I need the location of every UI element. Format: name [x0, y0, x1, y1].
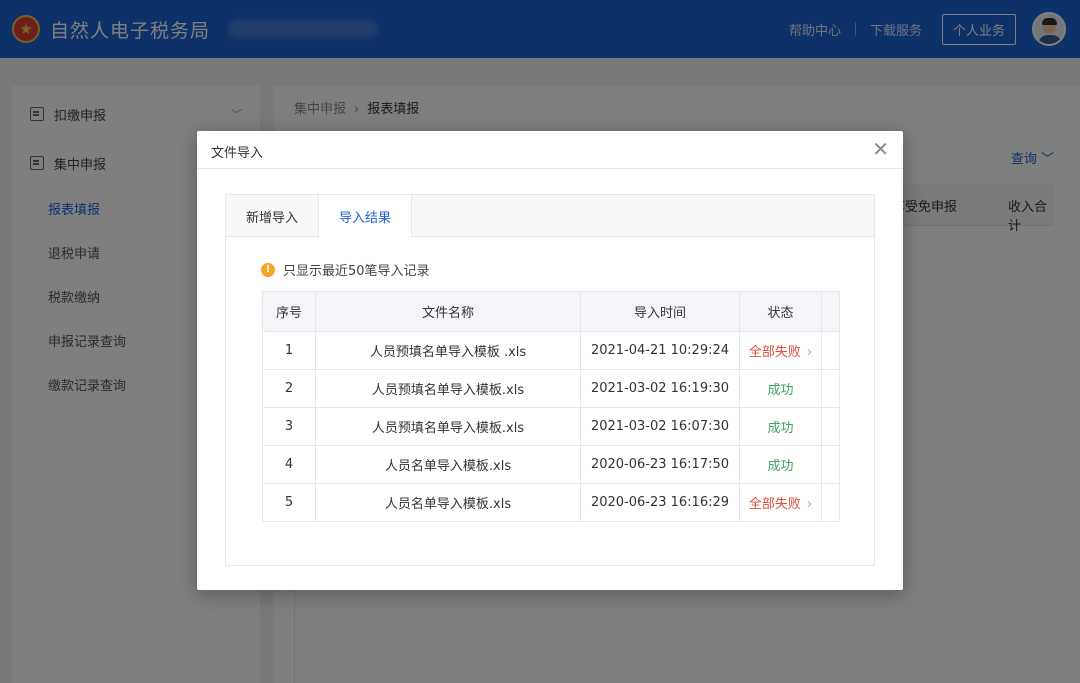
file-name-text: 人员预填名单导入模板 .xls [369, 345, 527, 360]
status-success: 成功 [767, 383, 794, 398]
row-number: 1 [262, 331, 316, 370]
scroll-gutter [821, 291, 840, 332]
import-time-text: 2021-03-02 16:19:30 [590, 381, 730, 396]
import-time-text: 2020-06-23 16:17:50 [590, 457, 730, 472]
file-name: 人员预填名单导入模板.xls [315, 407, 581, 446]
table-row: 1 人员预填名单导入模板 .xls 2021-04-21 10:29:24 全部失败 › [262, 331, 840, 370]
column-header: 文件名称 [315, 291, 581, 332]
file-name: 人员预填名单导入模板 .xls [315, 331, 581, 370]
file-name: 人员预填名单导入模板.xls [315, 369, 581, 408]
table-header-row: 序号 文件名称 导入时间 状态 [262, 291, 840, 332]
row-number-text: 1 [284, 343, 294, 358]
scroll-gutter [821, 407, 840, 446]
row-number: 4 [262, 445, 316, 484]
file-name-text: 人员名单导入模板.xls [384, 459, 512, 474]
status-failed[interactable]: 全部失败 [749, 497, 801, 512]
status-cell: 成功 [739, 369, 822, 408]
file-import-dialog: 文件导入 ✕ 新增导入 导入结果 ! 只显示最近50笔导入记录 序号 文件名称 … [197, 131, 903, 590]
status-success: 成功 [767, 421, 794, 436]
import-time-text: 2020-06-23 16:16:29 [590, 495, 730, 510]
column-header: 序号 [262, 291, 316, 332]
import-time: 2021-04-21 10:29:24 [580, 331, 740, 370]
chevron-right-icon[interactable]: › [807, 345, 812, 360]
column-header: 状态 [739, 291, 822, 332]
import-time-text: 2021-03-02 16:07:30 [590, 419, 730, 434]
row-number-text: 2 [284, 381, 294, 396]
warning-icon: ! [261, 262, 275, 277]
table-row: 3 人员预填名单导入模板.xls 2021-03-02 16:07:30 成功 [262, 407, 840, 446]
row-number: 5 [262, 483, 316, 522]
close-icon[interactable]: ✕ [872, 139, 889, 159]
scroll-gutter [821, 483, 840, 522]
table-row: 5 人员名单导入模板.xls 2020-06-23 16:16:29 全部失败 › [262, 483, 840, 522]
import-time-text: 2021-04-21 10:29:24 [590, 343, 730, 358]
scroll-gutter [821, 331, 840, 370]
status-cell[interactable]: 全部失败 › [739, 483, 822, 522]
file-name-text: 人员预填名单导入模板.xls [371, 421, 525, 436]
chevron-right-icon[interactable]: › [807, 497, 812, 512]
dialog-header: 文件导入 ✕ [197, 131, 903, 169]
file-name: 人员名单导入模板.xls [315, 445, 581, 484]
scroll-gutter [821, 445, 840, 484]
row-number: 3 [262, 407, 316, 446]
status-success: 成功 [767, 459, 794, 474]
tab-new-import[interactable]: 新增导入 [226, 195, 318, 237]
dialog-title: 文件导入 [211, 146, 264, 161]
status-failed[interactable]: 全部失败 [749, 345, 801, 360]
import-time: 2021-03-02 16:07:30 [580, 407, 740, 446]
import-time: 2020-06-23 16:17:50 [580, 445, 740, 484]
file-name-text: 人员名单导入模板.xls [384, 497, 512, 512]
column-header: 导入时间 [580, 291, 740, 332]
tab-panel: 新增导入 导入结果 ! 只显示最近50笔导入记录 序号 文件名称 导入时间 状态… [225, 194, 875, 566]
row-number-text: 3 [284, 419, 294, 434]
row-number: 2 [262, 369, 316, 408]
status-cell: 成功 [739, 407, 822, 446]
scroll-gutter [821, 369, 840, 408]
tab-bar: 新增导入 导入结果 [226, 195, 874, 238]
import-results-table: 序号 文件名称 导入时间 状态 1 人员预填名单导入模板 .xls 2021-04-… [262, 291, 840, 522]
status-cell: 成功 [739, 445, 822, 484]
status-cell[interactable]: 全部失败 › [739, 331, 822, 370]
import-time: 2021-03-02 16:19:30 [580, 369, 740, 408]
tab-import-results[interactable]: 导入结果 [318, 195, 412, 238]
table-row: 4 人员名单导入模板.xls 2020-06-23 16:17:50 成功 [262, 445, 840, 484]
table-row: 2 人员预填名单导入模板.xls 2021-03-02 16:19:30 成功 [262, 369, 840, 408]
notice: ! 只显示最近50笔导入记录 [261, 260, 430, 279]
import-time: 2020-06-23 16:16:29 [580, 483, 740, 522]
file-name-text: 人员预填名单导入模板.xls [371, 383, 525, 398]
row-number-text: 4 [284, 457, 294, 472]
row-number-text: 5 [284, 495, 294, 510]
file-name: 人员名单导入模板.xls [315, 483, 581, 522]
notice-text: 只显示最近50笔导入记录 [283, 264, 430, 279]
